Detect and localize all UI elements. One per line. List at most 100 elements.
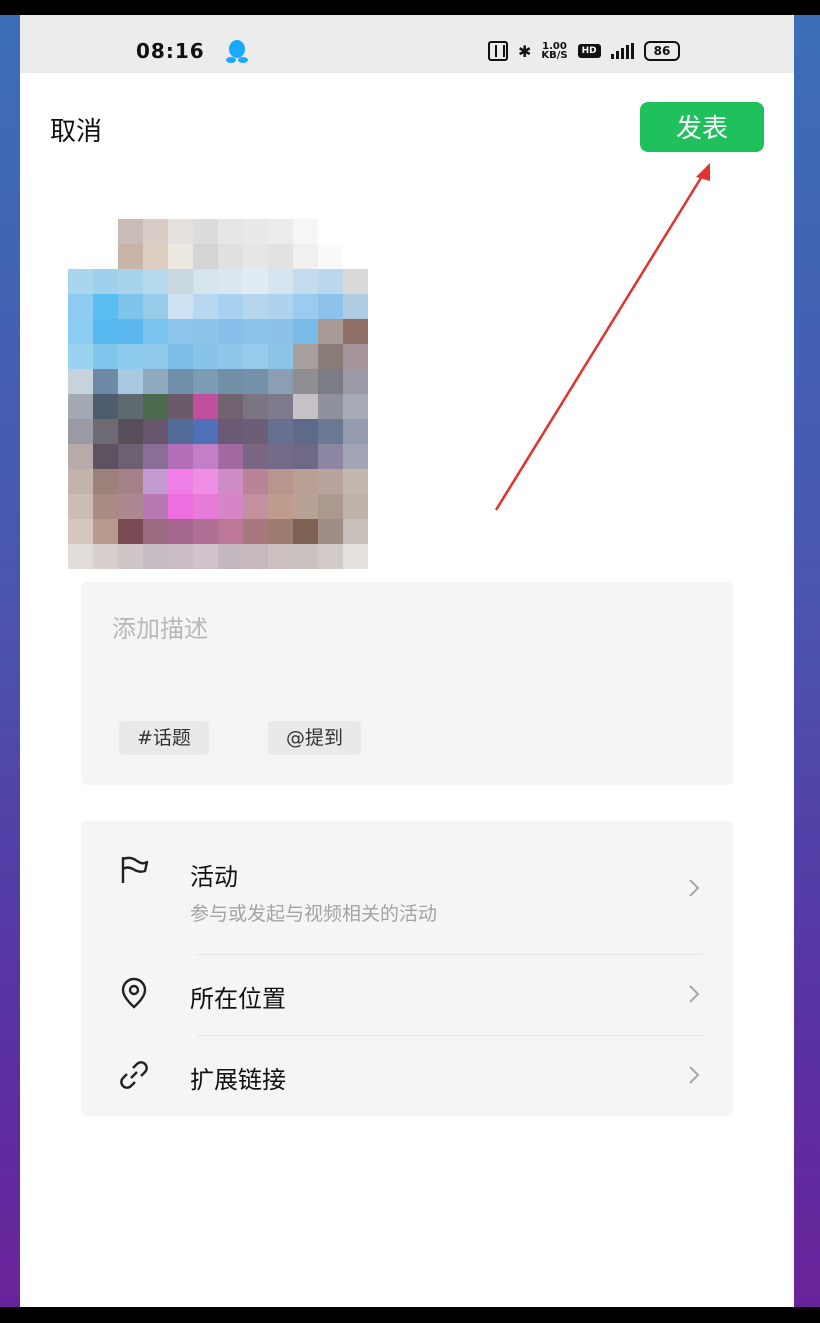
thumbnail-pixel: [393, 219, 418, 244]
thumbnail-pixel: [393, 369, 418, 394]
thumbnail-pixel: [118, 344, 143, 369]
thumbnail-pixel: [68, 519, 93, 544]
thumbnail-pixel: [293, 394, 318, 419]
link-icon: [120, 1061, 148, 1089]
thumbnail-pixel: [243, 444, 268, 469]
thumbnail-pixel: [118, 294, 143, 319]
thumbnail-pixel: [343, 469, 368, 494]
thumbnail-pixel: [268, 494, 293, 519]
option-location[interactable]: 所在位置: [81, 955, 733, 1035]
thumbnail-pixel: [93, 269, 118, 294]
thumbnail-pixel: [168, 344, 193, 369]
thumbnail-pixel: [368, 269, 393, 294]
thumbnail-pixel: [393, 394, 418, 419]
option-extended-link[interactable]: 扩展链接: [81, 1036, 733, 1116]
thumbnail-pixel: [218, 319, 243, 344]
thumbnail-pixel: [293, 519, 318, 544]
thumbnail-pixel: [243, 219, 268, 244]
thumbnail-pixel: [193, 544, 218, 569]
thumbnail-pixel: [168, 469, 193, 494]
thumbnail-pixel: [393, 344, 418, 369]
thumbnail-pixel: [118, 319, 143, 344]
thumbnail-pixel: [368, 444, 393, 469]
description-placeholder[interactable]: 添加描述: [112, 609, 208, 644]
thumbnail-pixel: [243, 319, 268, 344]
hd-badge: HD: [577, 44, 601, 58]
chevron-right-icon: [689, 1066, 700, 1084]
nfc-icon: [488, 41, 508, 61]
thumbnail-pixel: [268, 319, 293, 344]
thumbnail-pixel: [68, 419, 93, 444]
options-list: 活动 参与或发起与视频相关的活动 所在位置 扩展链接: [81, 821, 733, 1116]
location-pin-icon: [121, 977, 147, 1009]
chevron-right-icon: [689, 879, 700, 897]
thumbnail-pixel: [168, 444, 193, 469]
thumbnail-pixel: [243, 419, 268, 444]
thumbnail-pixel: [293, 269, 318, 294]
thumbnail-pixel: [243, 494, 268, 519]
thumbnail-pixel: [93, 219, 118, 244]
thumbnail-pixel: [93, 244, 118, 269]
thumbnail-pixel: [243, 294, 268, 319]
thumbnail-pixel: [68, 469, 93, 494]
thumbnail-pixel: [293, 494, 318, 519]
thumbnail-pixel: [193, 394, 218, 419]
thumbnail-pixel: [193, 219, 218, 244]
chevron-right-icon: [689, 985, 700, 1003]
thumbnail-pixel: [343, 419, 368, 444]
thumbnail-pixel: [318, 444, 343, 469]
thumbnail-pixel: [343, 219, 368, 244]
thumbnail-pixel: [143, 369, 168, 394]
thumbnail-pixel: [293, 319, 318, 344]
thumbnail-pixel: [243, 394, 268, 419]
phone-screen: 08:16 ✱ 1.00 KB/S HD 86 取消 发表 添加描述 #话题 @提…: [20, 15, 794, 1307]
thumbnail-pixel: [193, 519, 218, 544]
thumbnail-pixel: [343, 244, 368, 269]
option-activity[interactable]: 活动 参与或发起与视频相关的活动: [81, 821, 733, 954]
video-thumbnail[interactable]: [68, 219, 420, 569]
thumbnail-pixel: [293, 244, 318, 269]
thumbnail-pixel: [93, 319, 118, 344]
thumbnail-pixel: [318, 319, 343, 344]
thumbnail-pixel: [393, 244, 418, 269]
thumbnail-pixel: [218, 369, 243, 394]
thumbnail-pixel: [368, 394, 393, 419]
thumbnail-pixel: [293, 219, 318, 244]
thumbnail-pixel: [268, 394, 293, 419]
thumbnail-pixel: [318, 419, 343, 444]
thumbnail-pixel: [368, 419, 393, 444]
thumbnail-pixel: [168, 294, 193, 319]
thumbnail-pixel: [318, 294, 343, 319]
thumbnail-pixel: [368, 294, 393, 319]
thumbnail-pixel: [218, 469, 243, 494]
thumbnail-pixel: [193, 269, 218, 294]
thumbnail-pixel: [393, 444, 418, 469]
topic-tag-button[interactable]: #话题: [119, 721, 209, 755]
thumbnail-pixel: [368, 344, 393, 369]
thumbnail-pixel: [318, 494, 343, 519]
top-black-border: [0, 0, 820, 15]
option-activity-title: 活动: [190, 863, 238, 891]
cancel-button[interactable]: 取消: [50, 111, 102, 148]
thumbnail-pixel: [343, 519, 368, 544]
description-box[interactable]: 添加描述 #话题 @提到: [81, 582, 733, 785]
thumbnail-pixel: [168, 494, 193, 519]
thumbnail-pixel: [293, 419, 318, 444]
thumbnail-pixel: [193, 419, 218, 444]
thumbnail-pixel: [143, 294, 168, 319]
thumbnail-pixel: [368, 519, 393, 544]
option-activity-subtitle: 参与或发起与视频相关的活动: [190, 903, 438, 925]
thumbnail-pixel: [393, 494, 418, 519]
thumbnail-pixel: [118, 519, 143, 544]
thumbnail-pixel: [118, 369, 143, 394]
thumbnail-pixel: [268, 344, 293, 369]
thumbnail-pixel: [268, 519, 293, 544]
thumbnail-pixel: [318, 244, 343, 269]
thumbnail-pixel: [268, 469, 293, 494]
thumbnail-pixel: [343, 394, 368, 419]
status-time: 08:16: [136, 39, 205, 63]
mention-tag-button[interactable]: @提到: [268, 721, 362, 755]
publish-button[interactable]: 发表: [640, 102, 764, 152]
thumbnail-pixel: [118, 419, 143, 444]
thumbnail-pixel: [343, 494, 368, 519]
